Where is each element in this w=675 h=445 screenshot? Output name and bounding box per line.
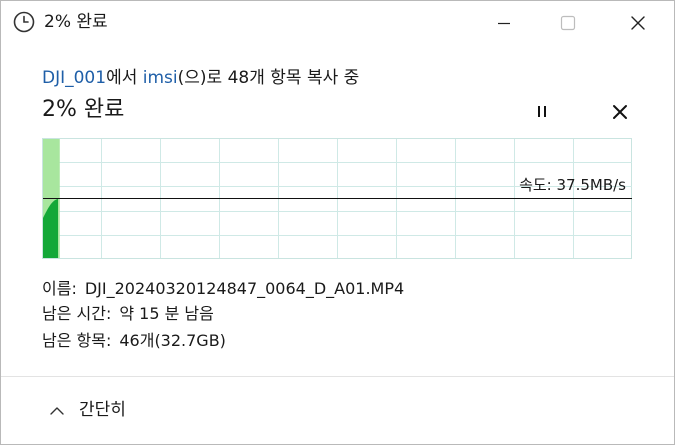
copy-text-part2: (으)로 48개 항목 복사 중 [177,68,360,88]
copy-progress-dialog: 2% 완료 DJI_001에서 imsi(으)로 48개 항목 복사 중 2% … [0,0,675,445]
footer-divider [1,376,674,377]
maximize-icon [560,15,576,31]
window-title: 2% 완료 [44,12,108,32]
detail-items-row: 남은 항목: 46개(32.7GB) [42,330,226,352]
title-bar[interactable]: 2% 완료 [1,1,674,45]
chevron-up-icon [50,407,64,415]
pause-icon [538,106,546,117]
minimize-button[interactable] [481,1,527,45]
copy-description: DJI_001에서 imsi(으)로 48개 항목 복사 중 [42,67,359,89]
minimize-icon [498,22,510,25]
detail-name-row: 이름: DJI_20240320124847_0064_D_A01.MP4 [42,278,404,300]
transfer-speed-graph: 속도: 37.5MB/s [42,138,632,259]
speed-label: 속도: 37.5MB/s [519,176,626,194]
detail-name-label: 이름: [42,279,77,298]
cancel-icon [613,105,627,119]
cancel-button[interactable] [609,101,631,123]
detail-name-value: DJI_20240320124847_0064_D_A01.MP4 [84,279,405,298]
maximize-button [545,1,591,45]
progress-headline: 2% 완료 [42,97,125,122]
detail-items-label: 남은 항목: [42,331,112,350]
detail-items-value: 46개(32.7GB) [119,331,226,350]
destination-folder-link[interactable]: imsi [143,68,178,88]
clock-icon [13,11,35,33]
copy-text-part1: 에서 [106,68,143,88]
pause-button[interactable] [531,101,553,123]
fewer-details-label: 간단히 [79,400,126,420]
detail-time-label: 남은 시간: [42,304,112,323]
source-folder-link[interactable]: DJI_001 [42,68,106,88]
detail-time-row: 남은 시간: 약 15 분 남음 [42,303,214,325]
close-icon [631,16,645,30]
close-button[interactable] [615,1,661,45]
detail-time-value: 약 15 분 남음 [119,304,214,323]
